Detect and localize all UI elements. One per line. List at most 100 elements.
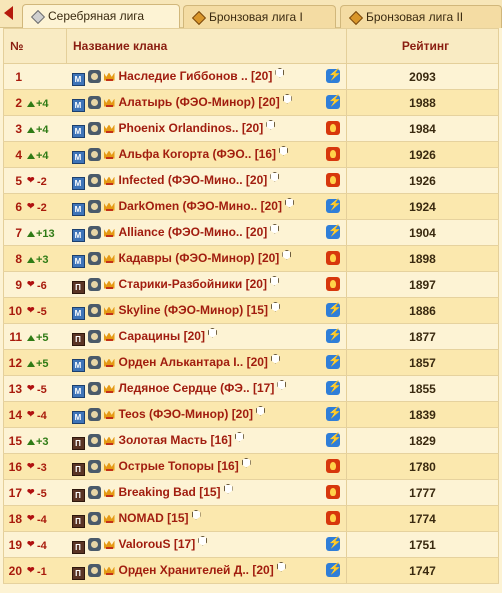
rank-position: 19 — [8, 537, 22, 552]
clan-level: [20] — [258, 94, 280, 109]
header-number[interactable]: № — [3, 28, 67, 64]
rank-cell: 3 +4 — [3, 115, 67, 142]
crown-icon — [104, 539, 115, 550]
flame-league-icon — [326, 485, 340, 499]
clan-level: [15] — [246, 302, 268, 317]
tab-silver-league[interactable]: Серебряная лига — [22, 4, 180, 28]
clan-emblem-icon — [87, 225, 101, 239]
clan-info-icon[interactable] — [192, 510, 200, 519]
heart-down-icon — [27, 565, 36, 576]
rank-change: -4 — [27, 539, 47, 552]
clan-info-icon[interactable] — [271, 354, 279, 363]
table-row: 15 +3 П Золотая Масть [16] 1829 — [3, 427, 499, 454]
clan-name-link[interactable]: NOMAD — [119, 511, 164, 525]
rating-value: 1777 — [346, 479, 499, 506]
rating-value: 1926 — [346, 141, 499, 168]
clan-info-icon[interactable] — [256, 406, 264, 415]
clan-name-link[interactable]: Наследие Гиббонов .. — [119, 69, 248, 83]
clan-name-link[interactable]: Орден Хранителей Д.. — [119, 563, 250, 577]
heart-down-icon — [27, 539, 36, 550]
clan-level: [15] — [199, 484, 221, 499]
clan-name-cell: П Орден Хранителей Д.. [20] — [66, 557, 347, 584]
crown-icon — [104, 565, 115, 576]
rating-value: 1904 — [346, 219, 499, 246]
table-row: 13 -5 М Ледяное Сердце (ФЭ.. [17] 1855 — [3, 375, 499, 402]
clan-name-link[interactable]: Золотая Масть — [119, 433, 208, 447]
rank-position: 7 — [15, 225, 22, 240]
table-row: 18 -4 П NOMAD [15] 1774 — [3, 505, 499, 532]
clan-info-icon[interactable] — [266, 120, 274, 129]
clan-info-icon[interactable] — [285, 198, 293, 207]
clan-name-cell: М Кадавры (ФЭО-Минор) [20] — [66, 245, 347, 272]
clan-info-icon[interactable] — [242, 458, 250, 467]
crown-icon — [104, 461, 115, 472]
clan-info-icon[interactable] — [208, 328, 216, 337]
league-tabs: Серебряная лига Бронзовая лига I Бронзов… — [0, 0, 502, 28]
rating-value: 1897 — [346, 271, 499, 298]
rank-cell: 4 +4 — [3, 141, 67, 168]
rank-position: 17 — [8, 485, 22, 500]
clan-info-icon[interactable] — [270, 276, 278, 285]
crown-icon — [104, 383, 115, 394]
clan-info-icon[interactable] — [224, 484, 232, 493]
crown-icon — [104, 149, 115, 160]
clan-name-link[interactable]: Острые Топоры — [119, 459, 215, 473]
crown-icon — [104, 435, 115, 446]
clan-info-icon[interactable] — [270, 172, 278, 181]
clan-info-icon[interactable] — [198, 536, 206, 545]
rating-value: 2093 — [346, 63, 499, 90]
clan-name-link[interactable]: DarkOmen (ФЭО-Мино.. — [119, 199, 258, 213]
table-row: 16 -3 П Острые Топоры [16] 1780 — [3, 453, 499, 480]
clan-info-icon[interactable] — [279, 146, 287, 155]
clan-name-link[interactable]: Breaking Bad — [119, 485, 196, 499]
rank-cell: 5 -2 — [3, 167, 67, 194]
clan-level: [20] — [245, 276, 267, 291]
clan-level: [20] — [257, 250, 280, 265]
clan-name-link[interactable]: Альфа Когорта (ФЭО.. — [119, 147, 252, 161]
clan-name-link[interactable]: Teos (ФЭО-Минор) — [119, 407, 229, 421]
arrow-up-icon — [27, 126, 35, 133]
clan-emblem-icon — [87, 251, 101, 265]
rank-position: 3 — [15, 121, 22, 136]
rating-value: 1877 — [346, 323, 499, 350]
rank-cell: 8 +3 — [3, 245, 67, 272]
lightning-league-icon — [326, 94, 342, 109]
clan-name-link[interactable]: Alliance (ФЭО-Мино.. — [119, 225, 243, 239]
back-arrow-icon[interactable] — [4, 6, 13, 20]
rank-change: +5 — [27, 332, 49, 344]
rank-position: 13 — [8, 381, 22, 396]
clan-name-link[interactable]: Ледяное Сердце (ФЭ.. — [119, 381, 250, 395]
clan-info-icon[interactable] — [277, 380, 285, 389]
crown-icon — [104, 305, 115, 316]
clan-info-icon[interactable] — [275, 68, 283, 77]
clan-info-icon[interactable] — [270, 224, 278, 233]
flame-league-icon — [326, 147, 340, 161]
clan-info-icon[interactable] — [235, 432, 243, 441]
rating-value: 1988 — [346, 89, 499, 116]
header-rating[interactable]: Рейтинг — [346, 28, 499, 64]
clan-info-icon[interactable] — [283, 94, 291, 103]
header-clan-name[interactable]: Название клана — [66, 28, 347, 64]
clan-name-link[interactable]: Сарацины — [119, 329, 181, 343]
rating-value: 1926 — [346, 167, 499, 194]
rank-change: +3 — [27, 436, 49, 448]
clan-name-link[interactable]: Infected (ФЭО-Мино.. — [119, 173, 243, 187]
clan-type-p-icon: П — [71, 332, 85, 346]
clan-name-link[interactable]: Алатырь (ФЭО-Минор) — [119, 95, 256, 109]
tab-bronze-league-1[interactable]: Бронзовая лига I — [183, 5, 336, 28]
rank-cell: 19 -4 — [3, 531, 67, 558]
rank-change: -3 — [27, 461, 47, 474]
clan-name-link[interactable]: Орден Алькантара I.. — [119, 355, 244, 369]
clan-name-link[interactable]: ValorouS — [119, 537, 171, 551]
clan-info-icon[interactable] — [271, 302, 279, 311]
clan-name-link[interactable]: Кадавры (ФЭО-Минор) — [119, 251, 255, 265]
clan-info-icon[interactable] — [277, 562, 285, 571]
tab-bronze-league-2[interactable]: Бронзовая лига II — [340, 5, 502, 28]
clan-name-link[interactable]: Skyline (ФЭО-Минор) — [119, 303, 244, 317]
clan-info-icon[interactable] — [282, 250, 290, 259]
table-row: 11 +5 П Сарацины [20] 1877 — [3, 323, 499, 350]
clan-name-link[interactable]: Старики-Разбойники — [119, 277, 243, 291]
table-row: 12 +5 М Орден Алькантара I.. [20] 1857 — [3, 349, 499, 376]
clan-name-link[interactable]: Phoenix Orlandinos.. — [119, 121, 239, 135]
clan-rating-table: № Название клана Рейтинг 1 М Наследие Гибб… — [3, 28, 499, 584]
